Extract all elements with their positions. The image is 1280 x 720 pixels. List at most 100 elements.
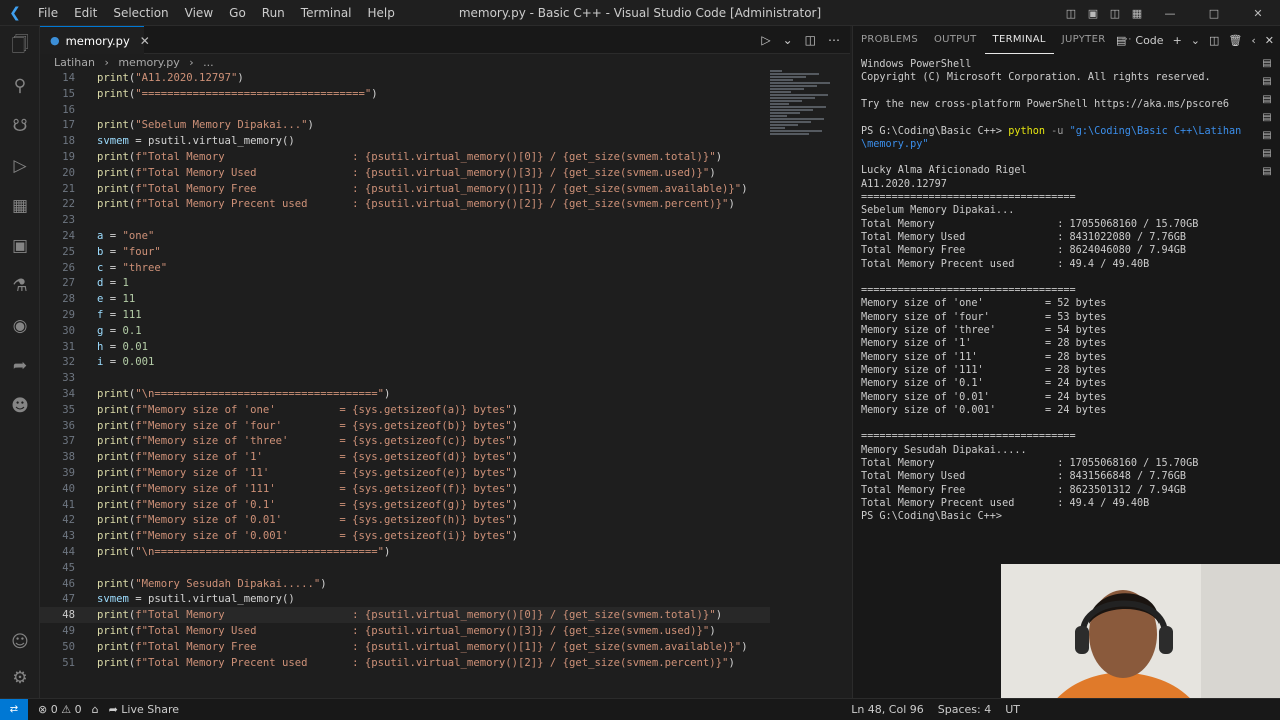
- code-line[interactable]: 32 i = 0.001: [40, 354, 770, 370]
- indentation[interactable]: Spaces: 4: [938, 703, 991, 716]
- code-line[interactable]: 17 print("Sebelum Memory Dipakai..."): [40, 117, 770, 133]
- chevron-left-icon[interactable]: ‹: [1251, 34, 1255, 47]
- code-line[interactable]: 50 print(f"Total Memory Free : {psutil.vi…: [40, 639, 770, 655]
- close-tab-icon[interactable]: ✕: [140, 34, 150, 48]
- run-debug-icon[interactable]: ▷: [8, 154, 32, 178]
- code-line[interactable]: 29 f = 111: [40, 307, 770, 323]
- terminal-instance-icon[interactable]: ▤: [1260, 148, 1274, 166]
- code-line[interactable]: 38 print(f"Memory size of '1' = {sys.gets…: [40, 449, 770, 465]
- live-share-button[interactable]: ➦ Live Share: [109, 703, 179, 716]
- account-icon[interactable]: ☺: [8, 630, 32, 654]
- terminal-instance-icon[interactable]: ▤: [1260, 76, 1274, 94]
- menu-item-terminal[interactable]: Terminal: [293, 0, 360, 26]
- code-line[interactable]: 16: [40, 102, 770, 118]
- terminal-instance-icon[interactable]: ▤: [1260, 130, 1274, 148]
- code-line[interactable]: 48 print(f"Total Memory : {psutil.virtual…: [40, 607, 770, 624]
- code-line[interactable]: 14 print("A11.2020.12797"): [40, 70, 770, 86]
- code-line[interactable]: 43 print(f"Memory size of '0.001' = {sys.…: [40, 528, 770, 544]
- encoding[interactable]: UT: [1005, 703, 1020, 716]
- code-line[interactable]: 39 print(f"Memory size of '11' = {sys.get…: [40, 465, 770, 481]
- terminal-shell-label[interactable]: Code: [1135, 34, 1163, 47]
- code-line[interactable]: 47 svmem = psutil.virtual_memory(): [40, 591, 770, 607]
- code-line[interactable]: 23: [40, 212, 770, 228]
- run-file-icon[interactable]: ▷: [761, 33, 770, 47]
- code-line[interactable]: 18 svmem = psutil.virtual_memory(): [40, 133, 770, 149]
- split-terminal-icon[interactable]: ◫: [1209, 34, 1219, 47]
- testing-icon[interactable]: ⚗: [8, 274, 32, 298]
- source-control-icon[interactable]: ☋: [8, 114, 32, 138]
- minimap[interactable]: [768, 70, 834, 140]
- code-line[interactable]: 28 e = 11: [40, 291, 770, 307]
- maximize-button[interactable]: □: [1194, 0, 1234, 26]
- code-line[interactable]: 25 b = "four": [40, 244, 770, 260]
- menu-item-run[interactable]: Run: [254, 0, 293, 26]
- customize-layout-icon[interactable]: ▦: [1128, 0, 1146, 26]
- github-icon[interactable]: ◉: [8, 314, 32, 338]
- code-line[interactable]: 22 print(f"Total Memory Precent used : {p…: [40, 196, 770, 212]
- code-line[interactable]: 34 print("\n=============================…: [40, 386, 770, 402]
- toggle-sidebar-icon[interactable]: ◫: [1062, 0, 1080, 26]
- tab-problems[interactable]: PROBLEMS: [853, 26, 926, 54]
- code-line[interactable]: 30 g = 0.1: [40, 323, 770, 339]
- live-share-icon[interactable]: ➦: [8, 354, 32, 378]
- terminal-instance-icon[interactable]: ▤: [1260, 112, 1274, 130]
- code-line[interactable]: 26 c = "three": [40, 260, 770, 276]
- menu-item-go[interactable]: Go: [221, 0, 254, 26]
- terminal-instance-icon[interactable]: ▤: [1260, 166, 1274, 184]
- menu-item-file[interactable]: File: [30, 0, 66, 26]
- problems-indicator[interactable]: ⊗ 0 ⚠ 0: [38, 703, 82, 716]
- code-line[interactable]: 24 a = "one": [40, 228, 770, 244]
- terminal-shell-icon[interactable]: ▤: [1116, 34, 1126, 47]
- code-line[interactable]: 51 print(f"Total Memory Precent used : {p…: [40, 655, 770, 671]
- code-line[interactable]: 40 print(f"Memory size of '111' = {sys.ge…: [40, 481, 770, 497]
- code-line[interactable]: 44 print("\n=============================…: [40, 544, 770, 560]
- new-terminal-icon[interactable]: +: [1173, 34, 1182, 47]
- extensions-icon[interactable]: ▦: [8, 194, 32, 218]
- menu-item-view[interactable]: View: [177, 0, 221, 26]
- tab-terminal[interactable]: TERMINAL: [984, 27, 1054, 54]
- tab-jupyter[interactable]: JUPYTER: [1054, 26, 1114, 54]
- terminal-instance-icon[interactable]: ▤: [1260, 94, 1274, 112]
- chevron-down-icon[interactable]: ⌄: [1191, 34, 1200, 47]
- code-line[interactable]: 42 print(f"Memory size of '0.01' = {sys.g…: [40, 512, 770, 528]
- menu-item-edit[interactable]: Edit: [66, 0, 105, 26]
- kill-terminal-icon[interactable]: 🗑: [1228, 34, 1242, 47]
- breadcrumb-file[interactable]: memory.py: [118, 56, 179, 69]
- toggle-secondary-sidebar-icon[interactable]: ◫: [1106, 0, 1124, 26]
- code-line[interactable]: 41 print(f"Memory size of '0.1' = {sys.ge…: [40, 497, 770, 513]
- menu-item-selection[interactable]: Selection: [105, 0, 176, 26]
- cursor-position[interactable]: Ln 48, Col 96: [851, 703, 924, 716]
- close-panel-icon[interactable]: ✕: [1265, 34, 1274, 47]
- code-line[interactable]: 27 d = 1: [40, 275, 770, 291]
- code-line[interactable]: 46 print("Memory Sesudah Dipakai....."): [40, 576, 770, 592]
- close-window-button[interactable]: ✕: [1238, 0, 1278, 26]
- code-line[interactable]: 31 h = 0.01: [40, 339, 770, 355]
- code-line[interactable]: 15 print("===============================…: [40, 86, 770, 102]
- breadcrumb-symbol[interactable]: ...: [203, 56, 214, 69]
- home-icon[interactable]: ⌂: [92, 703, 99, 716]
- code-line[interactable]: 45: [40, 560, 770, 576]
- code-line[interactable]: 33: [40, 370, 770, 386]
- split-editor-icon[interactable]: ◫: [805, 33, 816, 47]
- breadcrumb-folder[interactable]: Latihan: [54, 56, 95, 69]
- search-icon[interactable]: ⚲: [8, 74, 32, 98]
- code-line[interactable]: 36 print(f"Memory size of 'four' = {sys.g…: [40, 418, 770, 434]
- explorer-icon[interactable]: 🗍: [8, 34, 32, 58]
- minimize-button[interactable]: —: [1150, 0, 1190, 26]
- settings-gear-icon[interactable]: ⚙: [8, 666, 32, 690]
- code-editor[interactable]: 14 print("A11.2020.12797") 15 print("======…: [40, 70, 770, 698]
- remote-explorer-icon[interactable]: ▣: [8, 234, 32, 258]
- more-actions-icon[interactable]: ⋯: [828, 33, 840, 47]
- toggle-panel-icon[interactable]: ▣: [1084, 0, 1102, 26]
- code-line[interactable]: 37 print(f"Memory size of 'three' = {sys.…: [40, 433, 770, 449]
- code-line[interactable]: 35 print(f"Memory size of 'one' = {sys.ge…: [40, 402, 770, 418]
- remote-indicator-icon[interactable]: ⇄: [0, 698, 28, 720]
- terminal-instance-icon[interactable]: ▤: [1260, 58, 1274, 76]
- code-line[interactable]: 20 print(f"Total Memory Used : {psutil.vi…: [40, 165, 770, 181]
- code-line[interactable]: 49 print(f"Total Memory Used : {psutil.vi…: [40, 623, 770, 639]
- code-line[interactable]: 19 print(f"Total Memory : {psutil.virtual…: [40, 149, 770, 165]
- menu-item-help[interactable]: Help: [360, 0, 403, 26]
- chevron-down-icon[interactable]: ⌄: [783, 33, 793, 47]
- code-line[interactable]: 21 print(f"Total Memory Free : {psutil.vi…: [40, 181, 770, 197]
- tab-memory-py[interactable]: ● memory.py ✕: [40, 26, 150, 54]
